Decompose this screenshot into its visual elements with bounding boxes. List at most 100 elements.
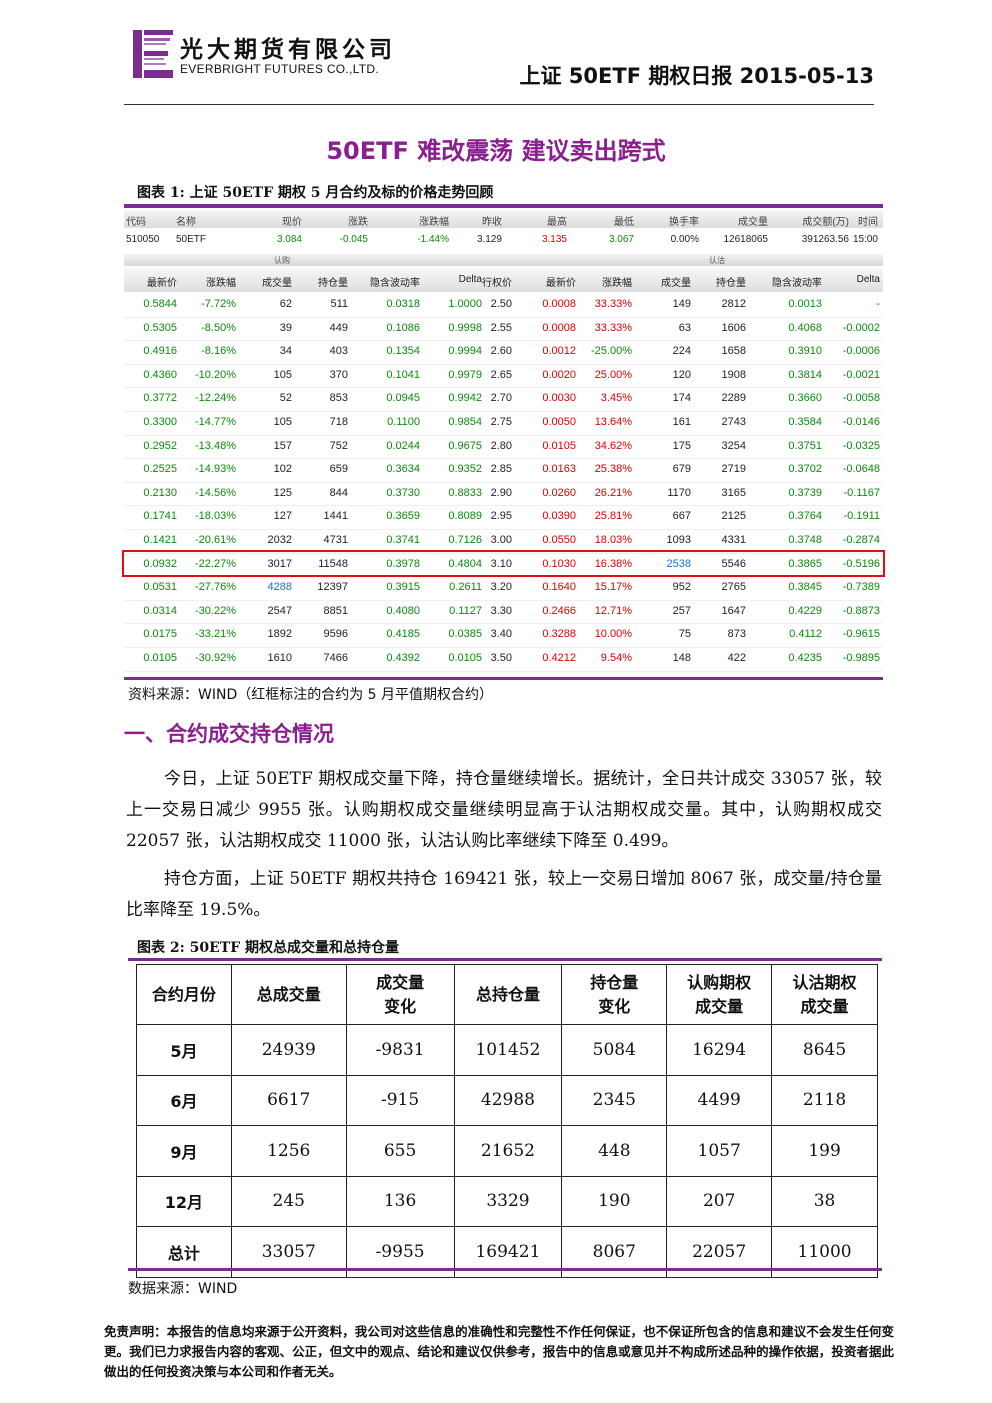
option-cell: 422 [727, 651, 746, 664]
option-cell: 62 [279, 298, 292, 310]
call-group-label: 认购 [274, 256, 290, 265]
option-column-header: 隐含波动率 [370, 278, 420, 289]
option-cell: 1658 [721, 345, 746, 358]
table-header-cell: 持仓量 变化 [561, 964, 668, 1025]
table-row: 9月 1256 655 21652 448 1057 199 [136, 1125, 878, 1177]
value-cell: 1256 [230, 1125, 347, 1177]
quote-header-cell: 涨跌幅 [419, 217, 449, 228]
quote-value-cell: 391263.56 [801, 234, 849, 245]
section-heading: 一、合约成交持仓情况 [124, 722, 334, 746]
option-cell: 9596 [323, 628, 348, 641]
paragraph-volume: 今日，上证 50ETF 期权成交量下降，持仓量继续增长。据统计，全日共计成交 3… [126, 769, 882, 851]
option-cell: 102 [273, 463, 292, 476]
group-header: 认购 认沽 [124, 254, 883, 266]
option-cell: 175 [672, 439, 691, 452]
option-cell: 0.4212 [542, 651, 576, 664]
option-cell: 25.00% [594, 368, 632, 381]
option-row: 0.0314 -30.22% 2547 8851 0.4080 0.1127 3.30 0.2… [124, 601, 883, 625]
option-cell: 2.80 [490, 439, 512, 452]
option-cell: 0.5844 [143, 298, 177, 310]
option-cell: 0.4360 [143, 368, 177, 381]
figure1-source: 资料来源：WIND（红框标注的合约为 5 月平值期权合约） [128, 687, 494, 703]
option-cell: 2812 [721, 298, 746, 310]
option-cell: 1908 [721, 368, 746, 381]
option-cell: -13.48% [195, 439, 236, 452]
option-cell: 105 [273, 368, 292, 381]
value-cell: -915 [345, 1074, 455, 1126]
option-cell: 0.2952 [143, 439, 177, 452]
value-cell: 190 [561, 1175, 668, 1227]
quote-value-cell: -0.045 [339, 234, 368, 245]
table-header-cell: 认购期权 成交量 [666, 964, 773, 1025]
option-cell: 0.2525 [143, 463, 177, 476]
option-cell: 2.55 [490, 321, 512, 334]
main-title: 50ETF 难改震荡 建议卖出跨式 [326, 137, 666, 165]
option-cell: 0.9675 [448, 439, 482, 452]
option-cell: 0.3748 [788, 533, 822, 546]
option-cell: 873 [727, 628, 746, 641]
option-cell: 0.1421 [143, 533, 177, 546]
option-row: 0.4916 -8.16% 34 403 0.1354 0.9994 2.60 0.0012 -… [124, 341, 883, 365]
option-cell: 157 [273, 439, 292, 452]
quote-header-cell: 涨跌 [348, 217, 368, 228]
option-column-header: 隐含波动率 [772, 278, 822, 289]
option-cell: 952 [672, 581, 691, 594]
option-cell: 0.8089 [448, 510, 482, 523]
option-cell: -7.72% [201, 298, 236, 310]
option-cell: 1606 [721, 321, 746, 334]
option-cell: -33.21% [195, 628, 236, 641]
option-cell: 0.4916 [143, 345, 177, 358]
option-cell: 25.81% [594, 510, 632, 523]
value-cell: 6617 [230, 1074, 347, 1126]
option-cell: 0.9979 [448, 368, 482, 381]
option-cell: 0.0385 [448, 628, 482, 641]
option-cell: -10.20% [195, 368, 236, 381]
option-column-header: 涨跌幅 [206, 278, 236, 289]
option-cell: 12.71% [594, 604, 632, 617]
option-cell: 2032 [267, 533, 292, 546]
option-cell: -0.0058 [842, 392, 880, 405]
option-cell: 0.8833 [448, 486, 482, 499]
option-cell: 127 [273, 510, 292, 523]
value-cell: 24939 [230, 1024, 347, 1076]
option-cell: 2.75 [490, 415, 512, 428]
option-cell: -20.61% [195, 533, 236, 546]
quote-header-cell: 最高 [547, 217, 567, 228]
option-cell: 2.70 [490, 392, 512, 405]
quote-value-cell: 12618065 [723, 234, 769, 245]
paragraph-open-interest: 持仓方面，上证 50ETF 期权共持仓 169421 张，较上一交易日增加 80… [126, 869, 882, 920]
option-cell: 257 [672, 604, 691, 617]
option-cell: 63 [678, 321, 691, 334]
option-cell: 0.0260 [542, 486, 576, 499]
option-cell: 34 [279, 345, 292, 358]
option-row: 0.5305 -8.50% 39 449 0.1086 0.9998 2.55 0.0008 3… [124, 318, 883, 342]
figure2-source: 数据来源：WIND [128, 1281, 238, 1297]
option-cell: 0.1100 [387, 415, 420, 428]
option-column-header: 最新价 [546, 278, 576, 289]
option-cell: -0.9615 [842, 628, 880, 641]
option-row: 0.3300 -14.77% 105 718 0.1100 0.9854 2.75 0.005… [124, 412, 883, 436]
value-cell: 38 [771, 1175, 878, 1227]
value-cell: 4499 [666, 1074, 773, 1126]
value-cell: 199 [771, 1125, 878, 1177]
option-row: 0.2130 -14.56% 125 844 0.3730 0.8833 2.90 0.026… [124, 483, 883, 507]
option-cell: 75 [678, 628, 691, 641]
value-cell: 2118 [771, 1074, 878, 1126]
option-cell: 0.0945 [386, 392, 420, 405]
table-row: 12月 245 136 3329 190 207 38 [136, 1175, 878, 1227]
value-cell: 448 [561, 1125, 668, 1177]
option-cell: 149 [672, 298, 691, 310]
option-cell: 1170 [667, 486, 691, 499]
option-cell: 1.0000 [448, 298, 482, 310]
option-cell: -0.0648 [842, 463, 880, 476]
month-cell: 5月 [136, 1024, 232, 1076]
quote-value-row: 510050 50ETF 3.084 -0.045 -1.44% 3.129 3.135 3.… [124, 231, 883, 249]
option-rows: 0.5844 -7.72% 62 511 0.0318 1.0000 2.50 0.0008 3… [124, 294, 883, 672]
option-cell: 2.60 [490, 345, 512, 358]
option-cell: 3.45% [600, 392, 632, 405]
option-cell: 1647 [721, 604, 746, 617]
option-cell: 18.03% [594, 533, 632, 546]
option-row: 0.0105 -30.92% 1610 7466 0.4392 0.0105 3.50 0.4… [124, 648, 883, 672]
value-cell: 3329 [453, 1175, 563, 1227]
option-row: 0.2525 -14.93% 102 659 0.3634 0.9352 2.85 0.016… [124, 459, 883, 483]
